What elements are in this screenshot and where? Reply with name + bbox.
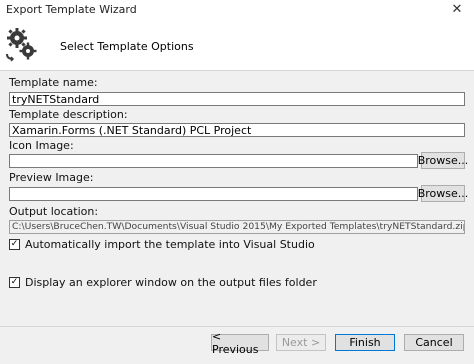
display-explorer-checkbox[interactable]: ✓ Display an explorer window on the outp…: [9, 276, 317, 289]
finish-button[interactable]: Finish: [335, 334, 395, 351]
icon-browse-button[interactable]: Browse...: [418, 152, 468, 169]
title-bar: Export Template Wizard ✕: [0, 0, 474, 18]
template-name-label: Template name:: [9, 76, 98, 89]
cancel-button[interactable]: Cancel: [404, 334, 464, 351]
footer-divider: [0, 326, 474, 327]
previous-button[interactable]: < Previous: [211, 330, 269, 356]
template-description-input[interactable]: [9, 123, 465, 137]
template-name-input[interactable]: [9, 92, 465, 106]
template-description-label: Template description:: [9, 108, 128, 121]
preview-image-label: Preview Image:: [9, 171, 94, 184]
preview-image-input[interactable]: [9, 187, 418, 201]
checkbox-check-icon[interactable]: ✓: [9, 239, 20, 250]
checkbox-check-icon[interactable]: ✓: [9, 277, 20, 288]
close-icon[interactable]: ✕: [440, 0, 474, 18]
auto-import-checkbox[interactable]: ✓ Automatically import the template into…: [9, 238, 315, 251]
auto-import-label: Automatically import the template into V…: [25, 238, 315, 251]
display-explorer-label: Display an explorer window on the output…: [25, 276, 317, 289]
output-location-field: C:\Users\BruceChen.TW\Documents\Visual S…: [9, 220, 465, 234]
gear-cycle-icon: [6, 28, 37, 62]
output-location-label: Output location:: [9, 205, 99, 218]
window-title: Export Template Wizard: [6, 3, 137, 16]
icon-image-label: Icon Image:: [9, 139, 74, 152]
preview-browse-button[interactable]: Browse...: [418, 185, 468, 202]
page-heading: Select Template Options: [60, 40, 194, 53]
next-button[interactable]: Next >: [276, 334, 326, 351]
wizard-header: Select Template Options: [0, 18, 474, 71]
icon-image-input[interactable]: [9, 154, 418, 168]
